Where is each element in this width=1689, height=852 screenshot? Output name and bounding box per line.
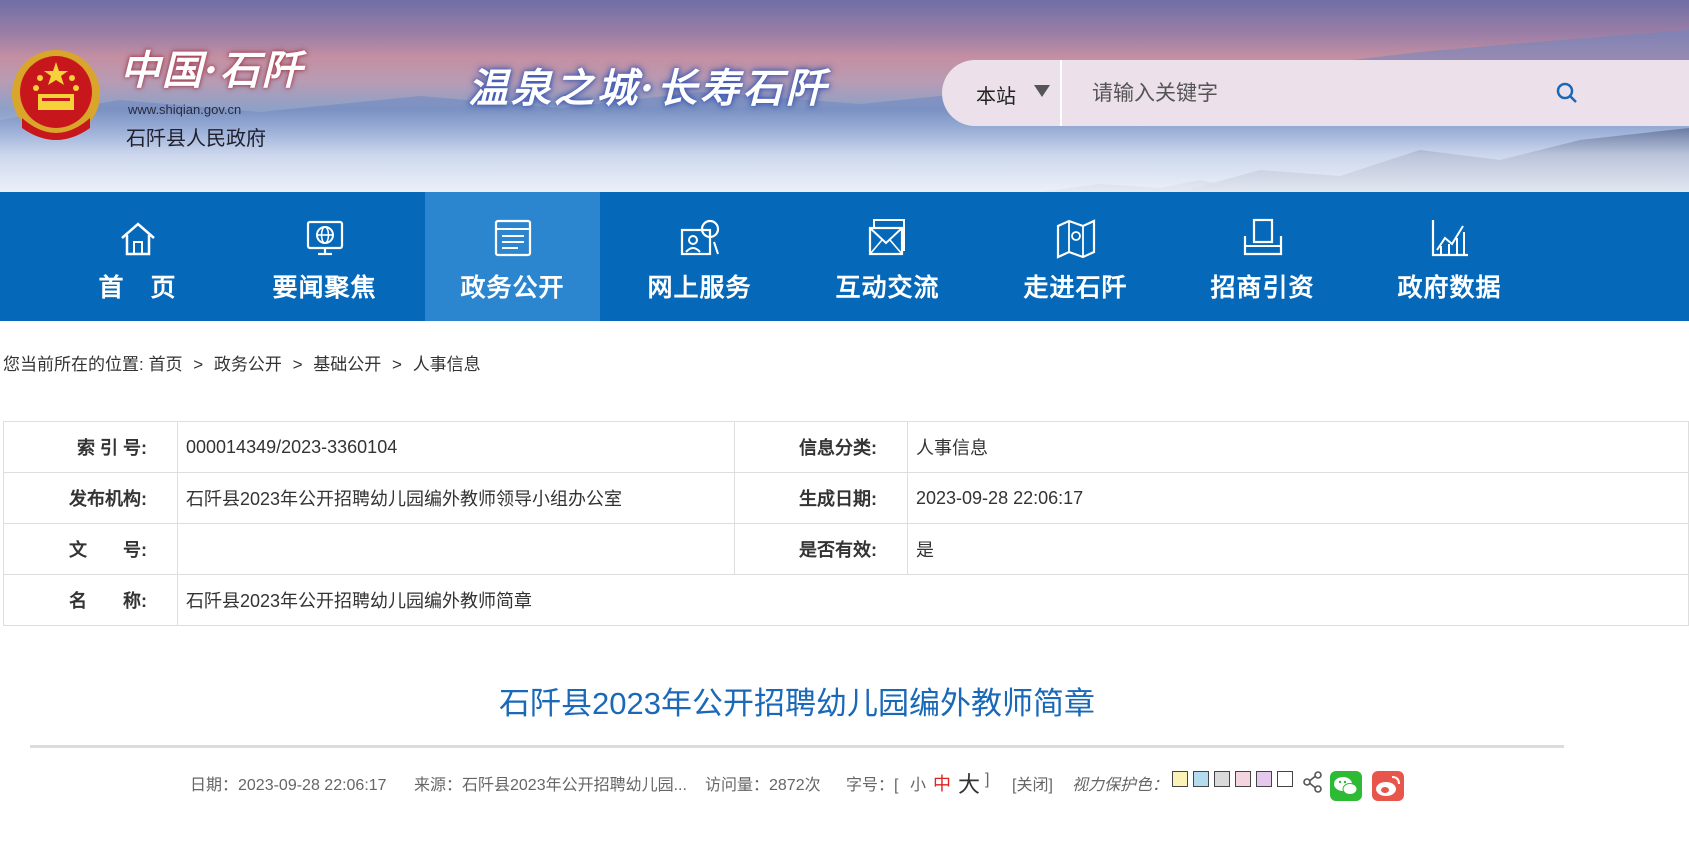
map-icon xyxy=(1056,219,1095,259)
doc-number-value xyxy=(177,523,735,575)
breadcrumb-prefix: 您当前所在的位置: xyxy=(3,355,144,374)
publisher-value: 石阡县2023年公开招聘幼儿园编外教师领导小组办公室 xyxy=(177,472,735,524)
chart-icon xyxy=(1431,220,1468,257)
nav-item-news[interactable]: 要闻聚焦 xyxy=(237,192,412,321)
header-banner: 中国·石阡 www.shiqian.gov.cn 石阡县人民政府 温泉之城·长寿… xyxy=(0,0,1689,192)
search-input[interactable] xyxy=(1092,74,1522,114)
index-number-label: 索 引 号: xyxy=(3,421,178,473)
font-size-small-button[interactable]: 小 xyxy=(910,771,926,795)
eye-protection-label: 视力保护色： xyxy=(1072,777,1169,794)
main-nav: 首 页 要闻聚焦 政务公开 网上服务 互动交流 走进石阡 招商引资 政府数据 xyxy=(0,192,1689,321)
font-size-label: 字号：[ xyxy=(846,777,899,794)
document-list-icon xyxy=(494,219,531,257)
breadcrumb: 您当前所在的位置: 首页 > 政务公开 > 基础公开 > 人事信息 xyxy=(3,350,481,375)
publish-date: 日期：2023-09-28 22:06:17 xyxy=(190,777,387,794)
title-divider xyxy=(30,745,1564,748)
publisher-label: 发布机构: xyxy=(3,472,178,524)
mail-icon xyxy=(868,219,905,256)
eye-color-blue[interactable] xyxy=(1193,771,1209,787)
created-date-label: 生成日期: xyxy=(734,472,908,524)
box-icon xyxy=(1243,218,1282,256)
font-size-large-button[interactable]: 大 xyxy=(958,767,980,799)
search-icon[interactable] xyxy=(1556,82,1578,104)
search-divider xyxy=(1060,60,1062,126)
category-label: 信息分类: xyxy=(734,421,908,473)
site-org-name: 石阡县人民政府 xyxy=(126,128,266,150)
nav-label: 政府数据 xyxy=(1397,274,1502,302)
chevron-down-icon[interactable] xyxy=(1034,85,1050,97)
wechat-share-button[interactable] xyxy=(1330,771,1362,801)
nav-label: 政务公开 xyxy=(460,274,565,302)
eye-color-white[interactable] xyxy=(1277,771,1293,787)
breadcrumb-link-gov-affairs[interactable]: 政务公开 xyxy=(214,355,282,374)
view-count: 访问量：2872次 xyxy=(705,777,821,794)
eye-color-gray[interactable] xyxy=(1214,771,1230,787)
eye-color-pink[interactable] xyxy=(1235,771,1251,787)
nav-item-about[interactable]: 走进石阡 xyxy=(988,192,1163,321)
nav-label: 要闻聚焦 xyxy=(272,274,377,302)
breadcrumb-separator: > xyxy=(292,355,303,374)
table-row: 名 称: 石阡县2023年公开招聘幼儿园编外教师简章 xyxy=(3,574,1689,626)
nav-item-gov-data[interactable]: 政府数据 xyxy=(1362,192,1537,321)
wechat-icon xyxy=(1334,777,1358,795)
eye-color-yellow[interactable] xyxy=(1172,771,1188,787)
site-url: www.shiqian.gov.cn xyxy=(128,102,242,117)
validity-value: 是 xyxy=(907,523,1689,575)
article-title: 石阡县2023年公开招聘幼儿园编外教师简章 xyxy=(499,686,1095,721)
globe-monitor-icon xyxy=(306,220,343,256)
national-emblem-icon xyxy=(12,50,100,140)
close-window-button[interactable]: [关闭] xyxy=(1012,771,1053,795)
breadcrumb-separator: > xyxy=(193,355,204,374)
created-date-value: 2023-09-28 22:06:17 xyxy=(907,472,1689,524)
weibo-share-button[interactable] xyxy=(1372,771,1404,801)
site-logo-text[interactable]: 中国·石阡 xyxy=(120,38,304,96)
online-service-icon xyxy=(680,219,719,256)
doc-name-value: 石阡县2023年公开招聘幼儿园编外教师简章 xyxy=(177,574,1689,626)
document-info-table: 索 引 号: 000014349/2023-3360104 信息分类: 人事信息… xyxy=(3,421,1689,626)
nav-label: 互动交流 xyxy=(835,274,940,302)
city-slogan: 温泉之城·长寿石阡 xyxy=(468,65,829,112)
category-value: 人事信息 xyxy=(907,421,1689,473)
eye-color-purple[interactable] xyxy=(1256,771,1272,787)
table-row: 文 号: 是否有效: 是 xyxy=(3,523,1689,575)
nav-item-online-service[interactable]: 网上服务 xyxy=(612,192,787,321)
nav-item-investment[interactable]: 招商引资 xyxy=(1175,192,1350,321)
validity-label: 是否有效: xyxy=(734,523,908,575)
nav-item-gov-affairs[interactable]: 政务公开 xyxy=(425,192,600,321)
share-icon[interactable] xyxy=(1302,771,1324,793)
index-number-value: 000014349/2023-3360104 xyxy=(177,421,735,473)
nav-label: 网上服务 xyxy=(647,274,752,302)
breadcrumb-link-basic[interactable]: 基础公开 xyxy=(313,355,381,374)
doc-number-label: 文 号: xyxy=(3,523,178,575)
font-size-medium-button[interactable]: 中 xyxy=(933,770,951,796)
breadcrumb-link-home[interactable]: 首页 xyxy=(148,355,182,374)
breadcrumb-link-personnel[interactable]: 人事信息 xyxy=(413,355,481,374)
search-scope-select[interactable]: 本站 xyxy=(976,80,1016,109)
nav-item-interaction[interactable]: 互动交流 xyxy=(800,192,975,321)
search-bar: 本站 xyxy=(942,60,1689,126)
font-size-bracket: ] xyxy=(985,771,990,788)
weibo-icon xyxy=(1376,776,1400,796)
table-row: 索 引 号: 000014349/2023-3360104 信息分类: 人事信息 xyxy=(3,421,1689,473)
article-source: 来源：石阡县2023年公开招聘幼儿园... xyxy=(414,777,687,794)
nav-label: 走进石阡 xyxy=(1023,274,1128,302)
breadcrumb-separator: > xyxy=(392,355,402,374)
nav-label: 招商引资 xyxy=(1210,274,1315,302)
nav-item-home[interactable]: 首 页 xyxy=(50,192,225,321)
doc-name-label: 名 称: xyxy=(3,574,178,626)
nav-label: 首 页 xyxy=(98,274,177,302)
home-icon xyxy=(120,222,155,256)
table-row: 发布机构: 石阡县2023年公开招聘幼儿园编外教师领导小组办公室 生成日期: 2… xyxy=(3,472,1689,524)
